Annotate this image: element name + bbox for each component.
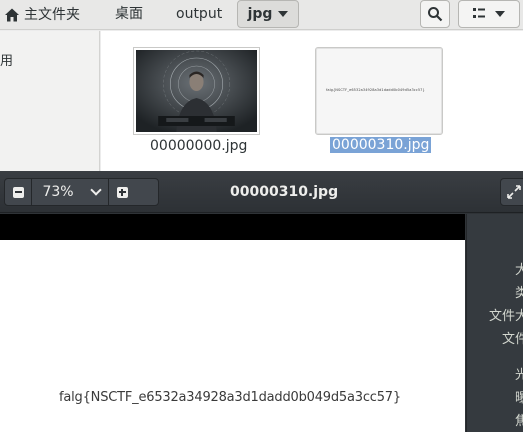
search-button[interactable] bbox=[420, 0, 450, 28]
breadcrumb-jpg-current[interactable]: jpg bbox=[237, 0, 299, 28]
file-manager-header: 主文件夹 桌面 output jpg bbox=[0, 0, 523, 30]
prop-label-size: 大小 bbox=[515, 259, 523, 278]
desktop-screen: 主文件夹 桌面 output jpg 用 00000000.jpg falg{N… bbox=[0, 0, 523, 432]
zoom-in-button[interactable] bbox=[109, 179, 135, 205]
view-options-icon bbox=[473, 8, 485, 18]
displayed-image: falg{NSCTF_e6532a34928a3d1dadd0b049d5a3c… bbox=[0, 240, 465, 432]
chevron-down-icon bbox=[278, 11, 289, 17]
zoom-control: 73% bbox=[4, 178, 159, 206]
file-grid: 00000000.jpg falg{NSCTF_e6532a34928a3d1d… bbox=[101, 31, 523, 171]
viewer-title: 00000310.jpg bbox=[230, 184, 339, 200]
breadcrumb-jpg-label: jpg bbox=[247, 6, 273, 22]
prop-label-filesize: 文件大小 bbox=[488, 309, 523, 324]
view-options-button[interactable] bbox=[458, 0, 520, 28]
prop-label-type: 类型 bbox=[515, 282, 523, 301]
chevron-down-icon bbox=[90, 183, 102, 196]
fullscreen-button[interactable] bbox=[500, 178, 523, 206]
file-thumbnail-00000000[interactable] bbox=[133, 47, 260, 135]
file-name-label-selected[interactable]: 00000310.jpg bbox=[330, 137, 432, 153]
sidebar: 用 bbox=[0, 31, 100, 171]
breadcrumb-desktop[interactable]: 桌面 bbox=[115, 0, 143, 30]
search-icon bbox=[428, 7, 443, 22]
photo-thumbnail-hacker bbox=[136, 50, 257, 132]
zoom-out-icon bbox=[12, 186, 24, 198]
file-thumbnail-00000310[interactable]: falg{NSCTF_e6532a34928a3d1dadd0b049d5a3c… bbox=[315, 47, 443, 135]
breadcrumb-home-label: 主文件夹 bbox=[24, 7, 80, 23]
image-viewer-window: 73% 00000310.jpg falg{NSCTF_e6532a34928a bbox=[0, 171, 523, 432]
breadcrumb-home[interactable]: 主文件夹 bbox=[4, 0, 80, 30]
image-text: falg{NSCTF_e6532a34928a3d1dadd0b049d5a3c… bbox=[59, 390, 401, 405]
properties-panel: 大小 类型 文件大小 文件夹 光圈 曝光 焦距 bbox=[466, 214, 523, 432]
prop-label-focal: 焦距 bbox=[515, 410, 523, 429]
prop-label-aperture: 光圈 bbox=[515, 364, 523, 383]
prop-label-exposure: 曝光 bbox=[515, 387, 523, 406]
fullscreen-icon bbox=[507, 185, 521, 199]
file-name-label[interactable]: 00000000.jpg bbox=[150, 138, 247, 154]
breadcrumb-output[interactable]: output bbox=[176, 0, 222, 30]
thumbnail-text: falg{NSCTF_e6532a34928a3d1dadd0b049d5a3c… bbox=[326, 88, 425, 92]
zoom-in-icon bbox=[116, 186, 128, 198]
prop-label-folder: 文件夹 bbox=[501, 332, 523, 347]
zoom-level[interactable]: 73% bbox=[32, 184, 84, 200]
zoom-out-button[interactable] bbox=[5, 179, 31, 205]
chevron-down-icon bbox=[495, 11, 505, 17]
sidebar-item-label[interactable]: 用 bbox=[0, 50, 13, 69]
zoom-menu-button[interactable] bbox=[84, 179, 108, 205]
image-display-area[interactable]: falg{NSCTF_e6532a34928a3d1dadd0b049d5a3c… bbox=[0, 214, 465, 432]
home-icon bbox=[5, 8, 19, 22]
viewer-toolbar: 73% 00000310.jpg bbox=[0, 171, 523, 213]
